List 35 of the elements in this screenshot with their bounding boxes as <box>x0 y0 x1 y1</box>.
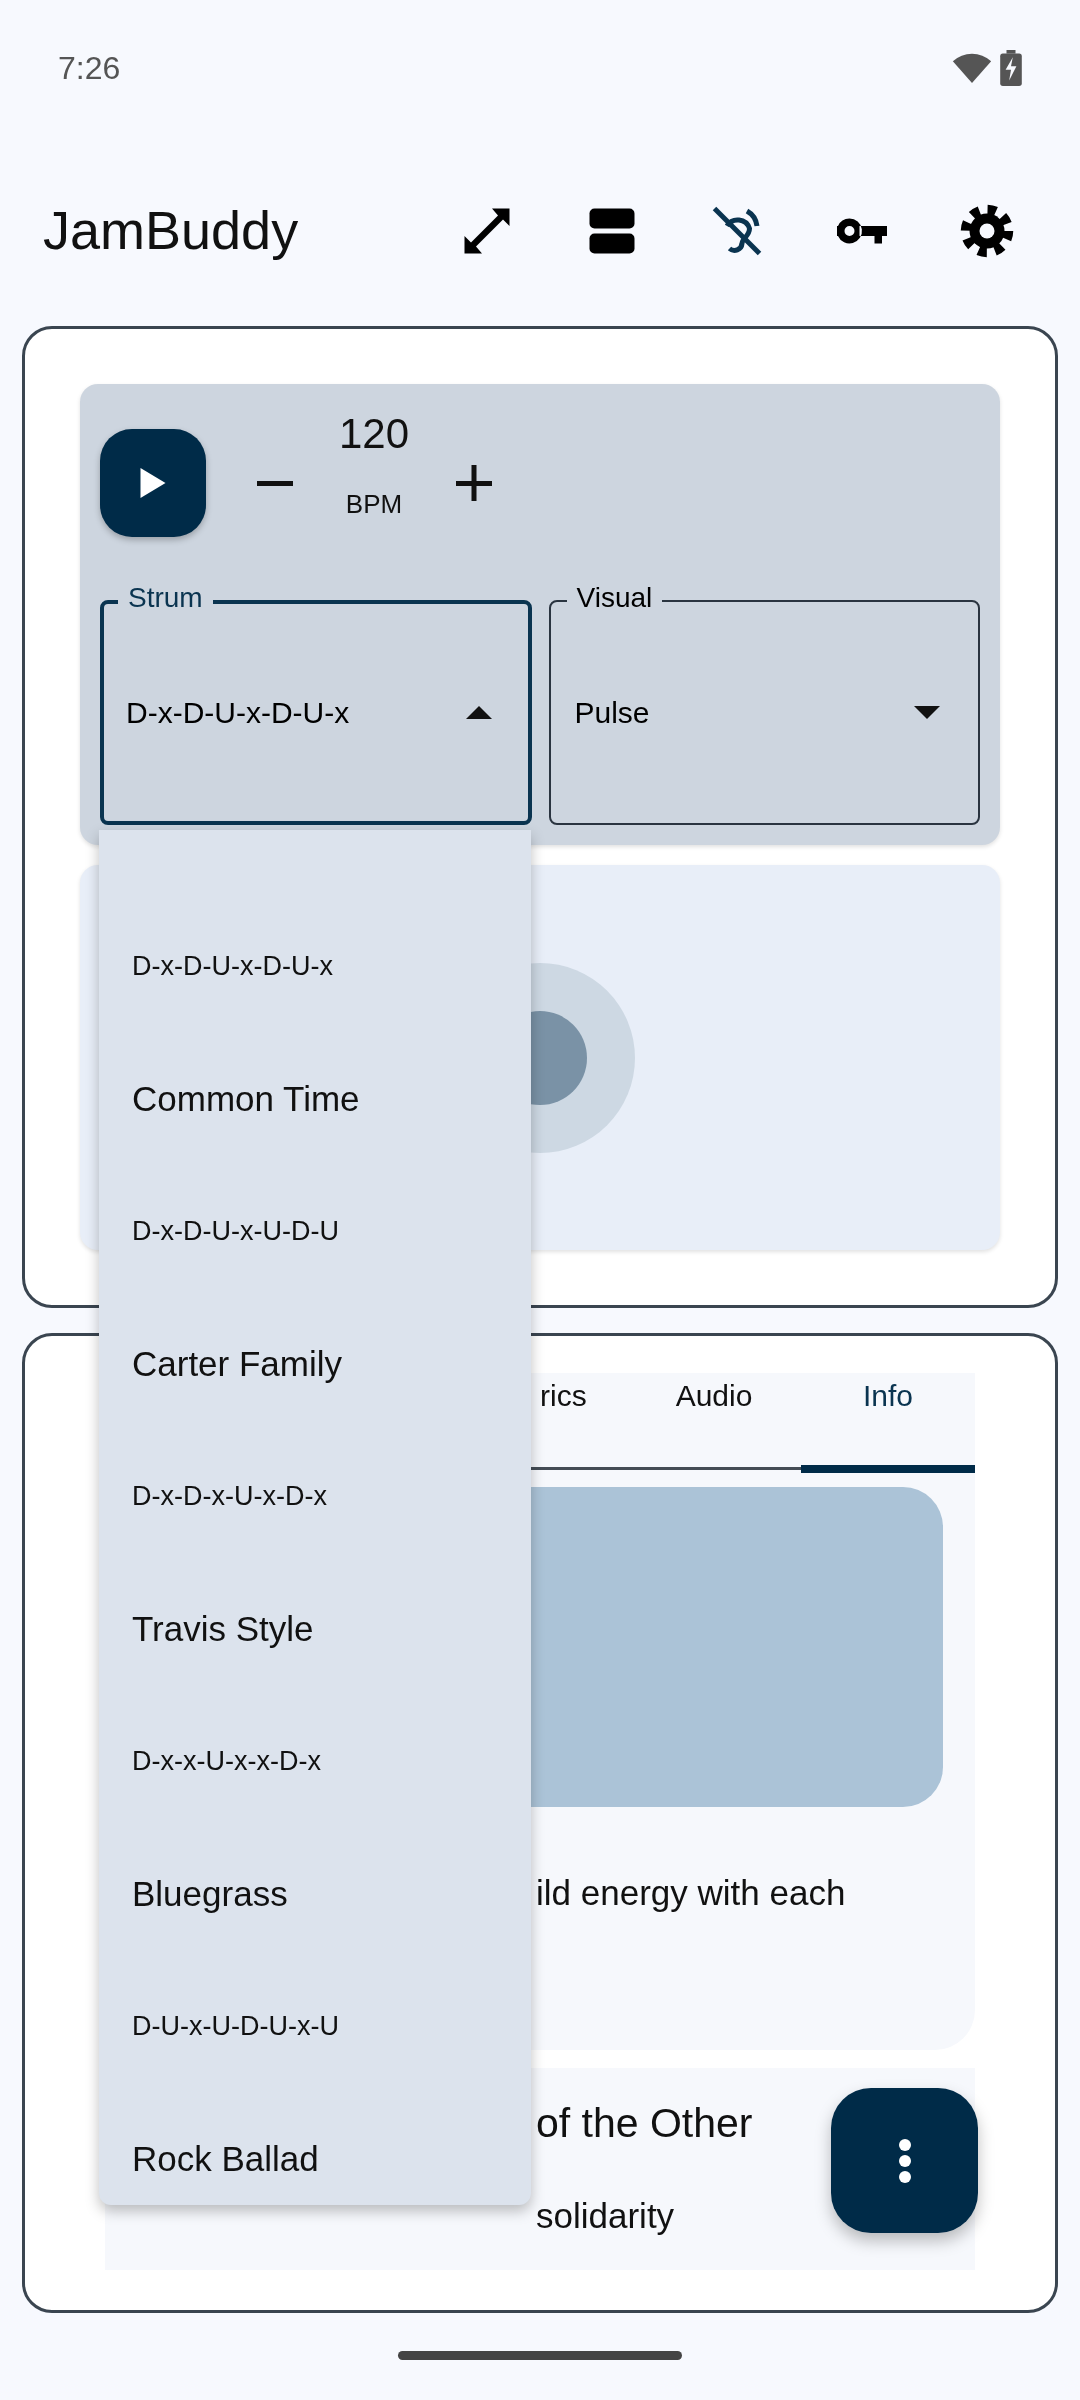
menu-item[interactable]: Rock Ballad <box>99 2092 531 2225</box>
caret-up-icon <box>465 706 492 719</box>
app-title: JamBuddy <box>43 199 300 262</box>
minus-button[interactable] <box>256 480 294 486</box>
tab[interactable]: Info <box>801 1373 975 1470</box>
minus-icon <box>256 480 294 486</box>
info-description: ild energy with each <box>536 1872 846 1914</box>
menu-item[interactable]: Bluegrass <box>99 1827 531 1960</box>
menu-item[interactable]: D-x-x-U-x-x-D-x <box>99 1695 531 1828</box>
more-button[interactable] <box>831 2088 978 2233</box>
field-value: D-x-D-U-x-D-U-x <box>126 695 351 731</box>
menu-item[interactable]: Common Time <box>99 1032 531 1165</box>
play-button[interactable] <box>100 429 206 537</box>
status-time: 7:26 <box>58 48 121 88</box>
play-icon <box>140 468 166 498</box>
song-subtitle: solidarity <box>536 2194 676 2237</box>
caret-down-icon <box>914 706 940 719</box>
more-vertical-icon <box>896 2138 913 2183</box>
menu-item[interactable]: D-x-D-U-x-D-U-x <box>99 900 531 1033</box>
menu-item[interactable]: D-x-D-x-U-x-D-x <box>99 1430 531 1563</box>
song-title: of the Other <box>536 2099 754 2148</box>
tempo-unit: BPM <box>345 487 403 521</box>
dropdown-field[interactable]: Strum D-x-D-U-x-D-U-x <box>100 580 532 825</box>
battery-icon <box>1000 49 1022 86</box>
tab[interactable]: Audio <box>627 1373 801 1470</box>
plus-button[interactable] <box>454 463 495 503</box>
dropdown-field[interactable]: Visual Pulse <box>548 580 980 825</box>
menu-item[interactable]: Travis Style <box>99 1562 531 1695</box>
menu-item[interactable]: Carter Family <box>99 1297 531 1430</box>
tab[interactable]: rics <box>536 1373 627 1470</box>
tempo-value: 120 <box>339 412 410 455</box>
field-value: Pulse <box>574 695 651 731</box>
menu-item[interactable]: D-x-D-U-x-U-D-U <box>99 1165 531 1298</box>
menu-item[interactable]: D-U-x-U-D-U-x-U <box>99 1960 531 2093</box>
plus-icon <box>454 463 495 503</box>
